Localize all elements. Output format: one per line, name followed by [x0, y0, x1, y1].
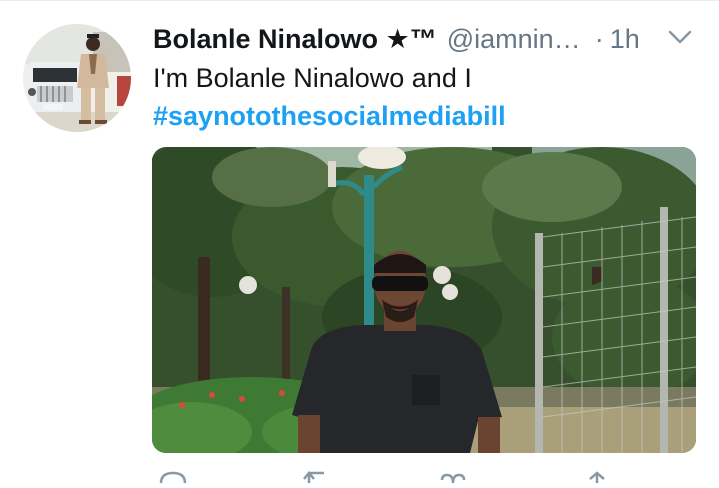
share-icon[interactable]	[582, 470, 612, 483]
separator-dot: ·	[594, 23, 604, 54]
tweet-text: I'm Bolanle Ninalowo and I #saynototheso…	[153, 59, 693, 135]
top-divider	[0, 0, 719, 1]
display-name[interactable]: Bolanle Ninalowo ★™	[153, 24, 437, 55]
timestamp[interactable]: 1h	[610, 24, 640, 55]
tweet-text-line: I'm Bolanle Ninalowo and I	[153, 63, 472, 93]
tweet-header: Bolanle Ninalowo ★™ @iamnin… · 1h	[153, 21, 698, 57]
chevron-down-icon[interactable]	[667, 28, 693, 46]
reply-icon[interactable]	[158, 470, 188, 484]
tweet-photo[interactable]	[152, 147, 696, 453]
retweet-icon[interactable]	[300, 470, 330, 483]
user-handle[interactable]: @iamnin…	[447, 24, 581, 55]
hashtag-link[interactable]: #saynotothesocialmediabill	[153, 101, 506, 131]
heart-icon[interactable]	[438, 470, 468, 484]
tweet-actions	[152, 470, 692, 484]
avatar[interactable]	[23, 24, 131, 132]
